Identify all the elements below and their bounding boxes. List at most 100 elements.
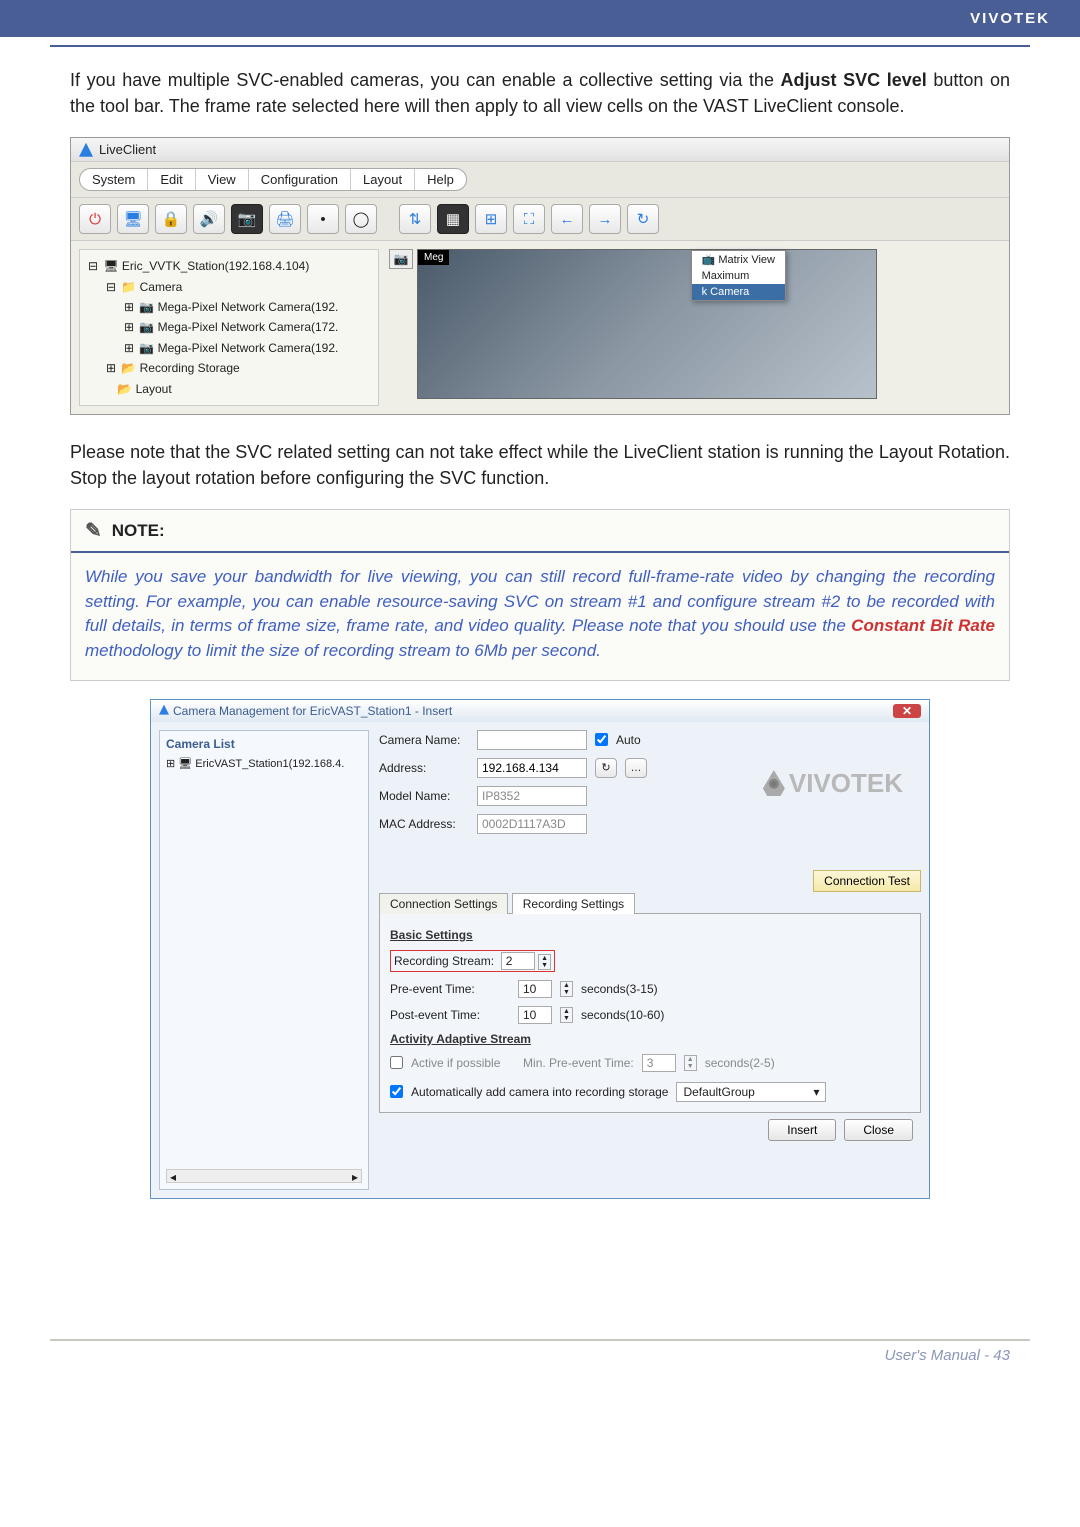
aas-title: Activity Adaptive Stream	[390, 1032, 910, 1046]
lock-icon[interactable]: 🔒	[155, 204, 187, 234]
matrix-icon[interactable]: ▦	[437, 204, 469, 234]
camera-list-panel: Camera List ⊞ 🖥 EricVAST_Station1(192.16…	[159, 730, 369, 1190]
horizontal-scrollbar[interactable]: ◂ ▸	[166, 1169, 362, 1183]
active-if-possible-label: Active if possible	[411, 1056, 500, 1070]
menu-edit[interactable]: Edit	[148, 169, 195, 190]
intro-bold: Adjust SVC level	[781, 70, 927, 90]
camera-name-label: Camera Name:	[379, 733, 469, 747]
record-icon[interactable]: •	[307, 204, 339, 234]
tree-layout[interactable]: Layout	[136, 382, 172, 396]
menu-help[interactable]: Help	[415, 169, 466, 190]
tree-camera-folder[interactable]: Camera	[140, 280, 183, 294]
vivotek-logo: ◉ VIVOTEK	[763, 768, 903, 799]
min-pre-stepper: ▲▼	[684, 1055, 697, 1071]
next-icon[interactable]: →	[589, 204, 621, 234]
menu-system[interactable]: System	[80, 169, 148, 190]
liveclient-window: LiveClient System Edit View Configuratio…	[70, 137, 1010, 415]
auto-checkbox[interactable]	[595, 733, 608, 746]
camera-details-panel: ◉ VIVOTEK Camera Name: Auto Address: ↻ …	[379, 730, 921, 1190]
svc-maximum[interactable]: Maximum	[692, 268, 785, 284]
recording-stream-value[interactable]: 2	[501, 952, 535, 970]
power-icon[interactable]: ⏻	[79, 204, 111, 234]
model-label: Model Name:	[379, 789, 469, 803]
svc-popup: 📺 Matrix View Maximum k Camera	[691, 250, 786, 301]
camera-icon[interactable]: 📷	[231, 204, 263, 234]
tree-cam-3[interactable]: Mega-Pixel Network Camera(192.	[158, 341, 339, 355]
video-cell[interactable]: Meg 📺 Matrix View Maximum k Camera	[417, 249, 877, 399]
liveclient-title: LiveClient	[99, 142, 156, 157]
mac-input	[477, 814, 587, 834]
liveclient-titlebar: LiveClient	[71, 138, 1009, 162]
post-event-label: Post-event Time:	[390, 1008, 510, 1022]
mac-label: MAC Address:	[379, 817, 469, 831]
pre-event-label: Pre-event Time:	[390, 982, 510, 996]
address-label: Address:	[379, 761, 469, 775]
min-pre-value: 3	[642, 1054, 676, 1072]
tree-cam-2[interactable]: Mega-Pixel Network Camera(172.	[158, 320, 339, 334]
fullscreen-icon[interactable]: ⛶	[513, 204, 545, 234]
pen-icon: ✎	[85, 518, 102, 543]
pre-event-value[interactable]: 10	[518, 980, 552, 998]
browse-icon[interactable]: …	[625, 758, 647, 778]
stop-icon[interactable]: ◯	[345, 204, 377, 234]
tree-root[interactable]: Eric_VVTK_Station(192.168.4.104)	[122, 259, 309, 273]
auto-add-label: Automatically add camera into recording …	[411, 1085, 668, 1099]
chevron-down-icon: ▾	[813, 1085, 819, 1099]
group-value: DefaultGroup	[683, 1085, 754, 1099]
menu-view[interactable]: View	[196, 169, 249, 190]
post-event-value[interactable]: 10	[518, 1006, 552, 1024]
auto-label: Auto	[616, 733, 641, 747]
note-title: NOTE:	[112, 521, 165, 541]
camera-list-title: Camera List	[166, 737, 362, 751]
post-event-stepper[interactable]: ▲▼	[560, 1007, 573, 1023]
intro-text-prefix: If you have multiple SVC-enabled cameras…	[70, 70, 781, 90]
header-divider	[50, 45, 1030, 47]
station-icon[interactable]: 🖥	[117, 204, 149, 234]
grid-icon[interactable]: ⊞	[475, 204, 507, 234]
cm-station[interactable]: EricVAST_Station1(192.168.4.	[195, 758, 344, 770]
basic-settings-title: Basic Settings	[390, 928, 910, 942]
intro-paragraph: If you have multiple SVC-enabled cameras…	[70, 67, 1010, 119]
video-label: Meg	[418, 250, 449, 265]
refresh-icon[interactable]: ↻	[595, 758, 617, 778]
tab-connection-settings[interactable]: Connection Settings	[379, 893, 508, 914]
menu-layout[interactable]: Layout	[351, 169, 415, 190]
recording-stream-row: Recording Stream: 2 ▲▼	[390, 950, 555, 972]
menubar: System Edit View Configuration Layout He…	[71, 162, 1009, 198]
cm-logo-icon	[159, 705, 169, 715]
cell-cam-icon[interactable]: 📷	[389, 249, 413, 269]
menu-configuration[interactable]: Configuration	[249, 169, 351, 190]
min-pre-hint: seconds(2-5)	[705, 1056, 775, 1070]
svc-matrix-view[interactable]: 📺 Matrix View	[692, 251, 785, 268]
recording-stream-label: Recording Stream:	[394, 954, 494, 968]
tree-cam-1[interactable]: Mega-Pixel Network Camera(192.	[158, 300, 339, 314]
cm-title-text: Camera Management for EricVAST_Station1 …	[173, 704, 452, 718]
svc-adjust-icon[interactable]: ⇅	[399, 204, 431, 234]
note-body-suffix: methodology to limit the size of recordi…	[85, 641, 601, 660]
close-icon[interactable]: ✕	[893, 704, 921, 718]
svc-sub-camera[interactable]: k Camera	[692, 284, 785, 300]
pre-event-stepper[interactable]: ▲▼	[560, 981, 573, 997]
tree-storage[interactable]: Recording Storage	[140, 361, 240, 375]
auto-add-checkbox[interactable]	[390, 1085, 403, 1098]
group-select[interactable]: DefaultGroup ▾	[676, 1082, 826, 1102]
tab-recording-settings[interactable]: Recording Settings	[512, 893, 635, 914]
insert-button[interactable]: Insert	[768, 1119, 836, 1141]
pre-event-hint: seconds(3-15)	[581, 982, 658, 996]
prev-icon[interactable]: ←	[551, 204, 583, 234]
page-footer: User's Manual - 43	[0, 1341, 1080, 1364]
connection-test-button[interactable]: Connection Test	[813, 870, 921, 892]
toolbar: ⏻ 🖥 🔒 🔊 📷 🖨 • ◯ ⇅ ▦ ⊞ ⛶ ← → ↻	[71, 198, 1009, 241]
camera-management-dialog: Camera Management for EricVAST_Station1 …	[150, 699, 930, 1199]
rotate-icon[interactable]: ↻	[627, 204, 659, 234]
post-event-hint: seconds(10-60)	[581, 1008, 664, 1022]
speaker-icon[interactable]: 🔊	[193, 204, 225, 234]
recording-stream-stepper[interactable]: ▲▼	[538, 954, 551, 970]
camera-name-input[interactable]	[477, 730, 587, 750]
close-button[interactable]: Close	[844, 1119, 913, 1141]
active-if-possible-checkbox[interactable]	[390, 1056, 403, 1069]
print-icon[interactable]: 🖨	[269, 204, 301, 234]
brand-header: VIVOTEK	[0, 0, 1080, 37]
device-tree[interactable]: ⊟ 🖥 Eric_VVTK_Station(192.168.4.104) ⊟ 📁…	[79, 249, 379, 406]
address-input[interactable]	[477, 758, 587, 778]
